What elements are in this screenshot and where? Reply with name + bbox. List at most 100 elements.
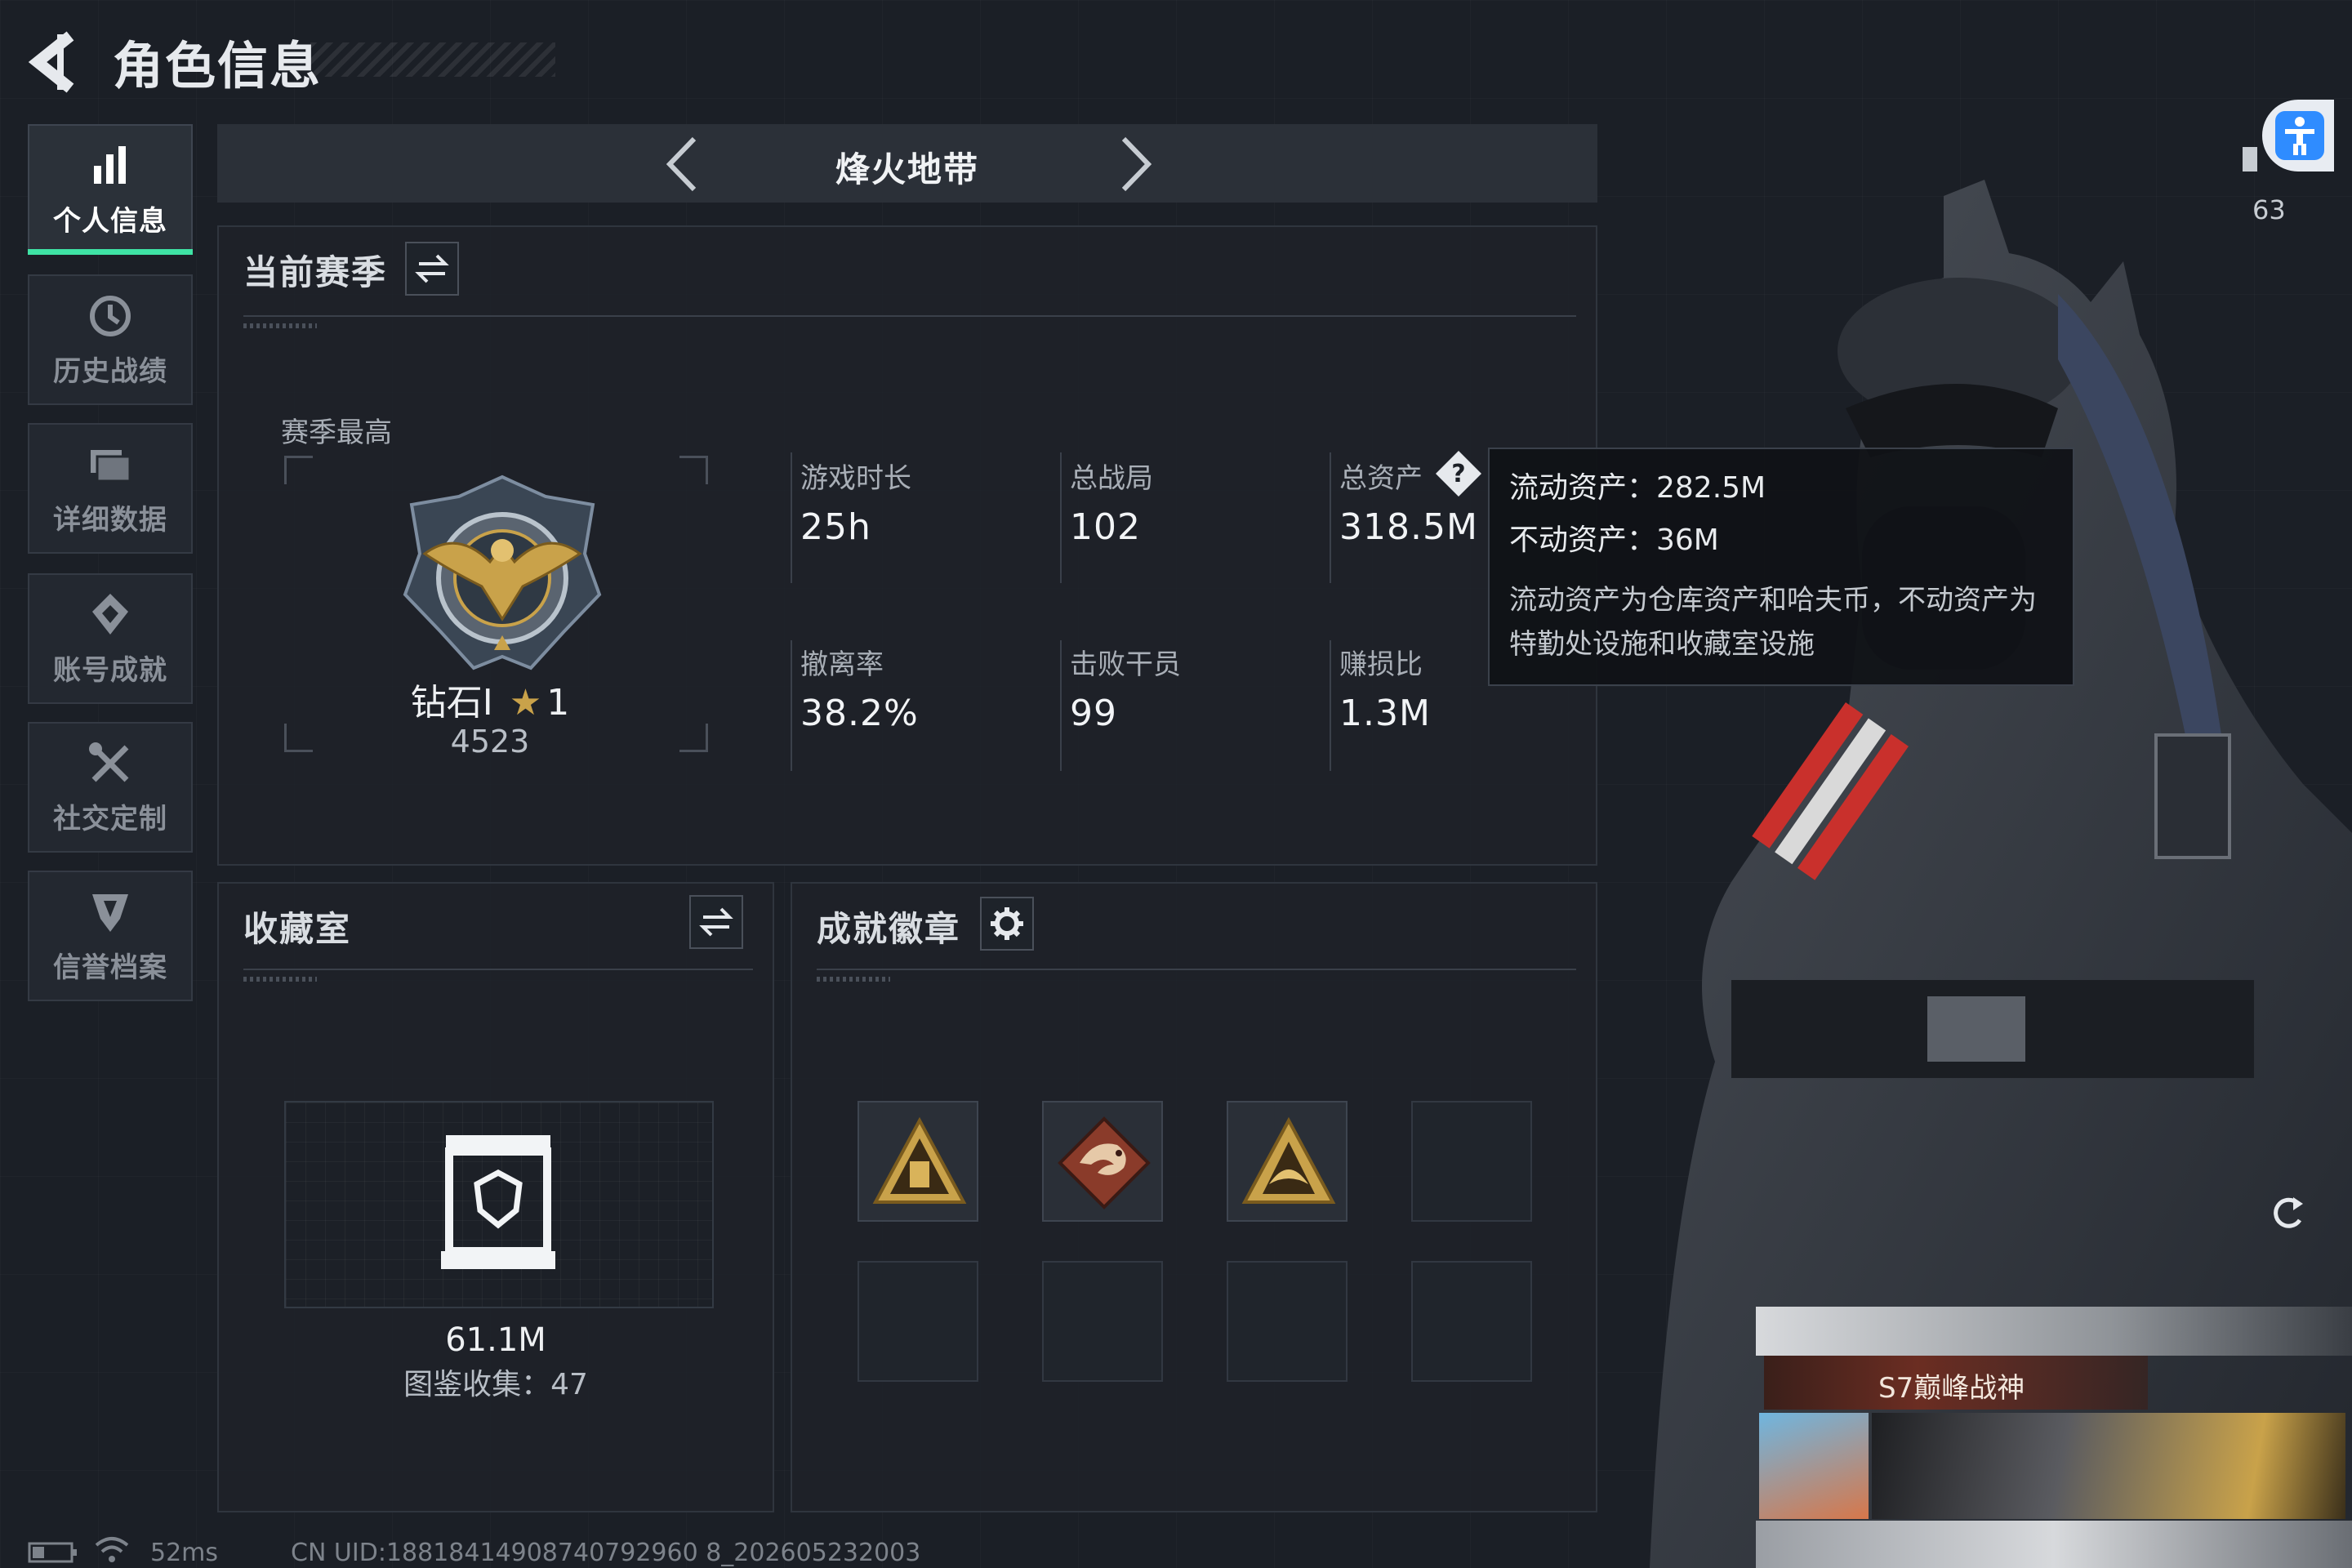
divider xyxy=(243,969,753,970)
blurred-banner xyxy=(1756,1307,2352,1356)
rank-star-icon: ★ xyxy=(509,682,542,724)
rank-points: 4523 xyxy=(450,724,530,760)
season-artwork xyxy=(1872,1413,2345,1519)
sidebar-item-reputation[interactable]: 信誉档案 xyxy=(28,871,193,1001)
frame-corner xyxy=(284,456,313,484)
sidebar-item-history[interactable]: 历史战绩 xyxy=(28,274,193,405)
divider xyxy=(1060,452,1062,583)
season-title-bar: S7巅峰战神 xyxy=(1764,1356,2148,1410)
divider-ticks xyxy=(817,977,890,982)
folder-icon xyxy=(91,449,131,482)
rotate-icon[interactable] xyxy=(2267,1192,2308,1233)
back-arrow-icon xyxy=(28,31,74,93)
sidebar-item-label: 个人信息 xyxy=(53,204,167,238)
divider xyxy=(791,640,792,771)
badge-slot[interactable] xyxy=(1227,1101,1348,1222)
stat-value: 38.2% xyxy=(800,693,919,734)
current-season-panel: 当前赛季 赛季最高 钻石I ★ 1 4523 游戏时长 25h 总战局 102 总… xyxy=(217,225,1597,866)
mode-title: 烽火地带 xyxy=(835,149,979,189)
help-icon[interactable]: ? xyxy=(1434,449,1483,498)
badge-slot-empty[interactable] xyxy=(1042,1261,1163,1382)
catalog-count: 图鉴收集：47 xyxy=(403,1368,588,1401)
divider xyxy=(243,315,1576,317)
stat-value: 102 xyxy=(1070,506,1141,548)
stat-value: 25h xyxy=(800,506,871,548)
counter: 63 xyxy=(2252,194,2286,225)
season-badge-label: S7巅峰战神 xyxy=(1878,1372,2025,1405)
tooltip-description: 流动资产为仓库资产和哈夫币，不动资产为特勤处设施和收藏室设施 xyxy=(1509,584,2037,661)
swap-icon xyxy=(415,254,449,283)
stat-label: 击败干员 xyxy=(1070,648,1181,681)
sidebar-item-social[interactable]: 社交定制 xyxy=(28,722,193,853)
tools-icon xyxy=(89,742,129,782)
blurred-footer xyxy=(1756,1521,2352,1568)
gear-icon xyxy=(991,907,1023,940)
stat-value: 318.5M xyxy=(1339,506,1478,548)
divider xyxy=(1330,452,1331,583)
uid: CN UID:18818414908740792960 8_2026052320… xyxy=(291,1539,921,1567)
back-button[interactable] xyxy=(24,29,83,95)
frame-corner xyxy=(679,456,708,484)
sidebar-item-label: 信誉档案 xyxy=(53,951,167,984)
switch-collection-button[interactable] xyxy=(689,895,743,949)
sidebar-item-detailed-data[interactable]: 详细数据 xyxy=(28,423,193,554)
badge-slot[interactable] xyxy=(858,1101,978,1222)
clock-icon xyxy=(90,295,131,336)
badge-dragon-icon xyxy=(1058,1116,1151,1209)
chevron-right-icon[interactable] xyxy=(1106,134,1163,194)
svg-text:?: ? xyxy=(1451,460,1465,488)
divider xyxy=(1060,640,1062,771)
rank-level: 1 xyxy=(546,682,570,724)
mode-selector: 烽火地带 xyxy=(217,124,1597,203)
season-best-label: 赛季最高 xyxy=(281,416,392,449)
swap-icon xyxy=(699,907,733,937)
signal-bar-icon xyxy=(2243,147,2257,172)
accessibility-button[interactable] xyxy=(2262,100,2334,172)
accessibility-icon xyxy=(2275,111,2324,160)
stat-label: 赚损比 xyxy=(1339,648,1423,681)
sidebar-item-achievements[interactable]: 账号成就 xyxy=(28,573,193,704)
season-card[interactable]: S7巅峰战神 xyxy=(1756,1307,2352,1568)
bar-chart-icon xyxy=(94,145,126,184)
sidebar-item-label: 账号成就 xyxy=(53,653,167,687)
sidebar-item-personal-info[interactable]: 个人信息 xyxy=(28,124,193,255)
panel-title: 成就徽章 xyxy=(817,909,961,949)
display-case-icon xyxy=(441,1135,555,1269)
collection-preview[interactable] xyxy=(284,1101,714,1308)
sidebar-item-label: 历史战绩 xyxy=(53,354,167,388)
sidebar-item-label: 详细数据 xyxy=(53,503,167,537)
panel-title: 收藏室 xyxy=(243,909,352,949)
achievement-badges-panel: 成就徽章 xyxy=(791,882,1597,1512)
rank-name-row: 钻石I ★ 1 xyxy=(292,673,688,725)
avatar[interactable] xyxy=(1759,1413,1869,1519)
badge-slot-empty[interactable] xyxy=(1227,1261,1348,1382)
badge-settings-button[interactable] xyxy=(980,897,1034,951)
switch-season-button[interactable] xyxy=(405,242,459,296)
title-decoration xyxy=(310,42,555,77)
stat-label: 总战局 xyxy=(1070,462,1153,495)
panel-title: 当前赛季 xyxy=(243,252,388,292)
stat-value: 1.3M xyxy=(1339,693,1431,734)
battery-icon xyxy=(28,1542,77,1563)
tooltip-liquid-assets: 流动资产：282.5M xyxy=(1509,471,1766,505)
divider-ticks xyxy=(243,977,317,982)
stat-label: 游戏时长 xyxy=(800,462,911,495)
medal-icon xyxy=(92,593,128,635)
badge-slot-empty[interactable] xyxy=(1411,1101,1532,1222)
collection-value: 61.1M xyxy=(445,1321,546,1359)
rank-emblem-icon xyxy=(403,474,602,670)
sidebar-item-label: 社交定制 xyxy=(53,802,167,835)
badge-slot-empty[interactable] xyxy=(1411,1261,1532,1382)
collection-panel: 收藏室 61.1M 图鉴收集：47 xyxy=(217,882,774,1512)
tooltip-fixed-assets: 不动资产：36M xyxy=(1509,523,1719,557)
badge-emblem-icon xyxy=(1241,1116,1336,1204)
badge-slot-empty[interactable] xyxy=(858,1261,978,1382)
badge-slot[interactable] xyxy=(1042,1101,1163,1222)
stat-label: 总资产 xyxy=(1339,462,1423,495)
rank-name: 钻石I xyxy=(410,682,493,724)
wifi-icon xyxy=(95,1537,129,1562)
divider-ticks xyxy=(243,323,317,328)
ping: 52ms xyxy=(150,1539,219,1567)
shield-icon xyxy=(92,893,128,932)
stat-label: 撤离率 xyxy=(800,648,884,681)
